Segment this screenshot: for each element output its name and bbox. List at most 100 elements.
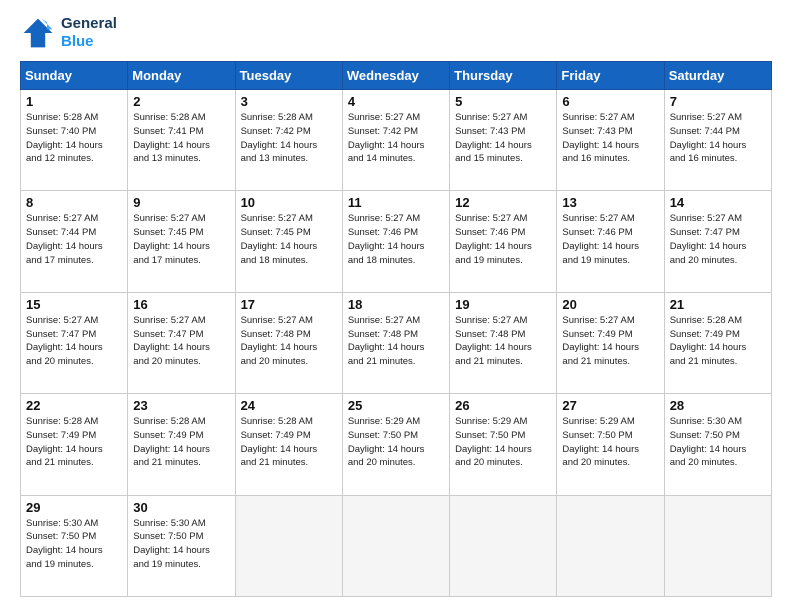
day-number: 3 [241,94,337,109]
calendar-cell: 19 Sunrise: 5:27 AM Sunset: 7:48 PM Dayli… [450,292,557,393]
calendar-cell: 21 Sunrise: 5:28 AM Sunset: 7:49 PM Dayli… [664,292,771,393]
calendar-cell [342,495,449,596]
calendar-cell: 16 Sunrise: 5:27 AM Sunset: 7:47 PM Dayli… [128,292,235,393]
day-number: 26 [455,398,551,413]
day-number: 18 [348,297,444,312]
day-info: Sunrise: 5:30 AM Sunset: 7:50 PM Dayligh… [26,517,122,572]
day-number: 16 [133,297,229,312]
day-info: Sunrise: 5:28 AM Sunset: 7:49 PM Dayligh… [670,314,766,369]
day-info: Sunrise: 5:29 AM Sunset: 7:50 PM Dayligh… [562,415,658,470]
day-info: Sunrise: 5:28 AM Sunset: 7:42 PM Dayligh… [241,111,337,166]
day-info: Sunrise: 5:27 AM Sunset: 7:42 PM Dayligh… [348,111,444,166]
day-number: 10 [241,195,337,210]
day-info: Sunrise: 5:27 AM Sunset: 7:43 PM Dayligh… [562,111,658,166]
day-info: Sunrise: 5:27 AM Sunset: 7:47 PM Dayligh… [26,314,122,369]
day-number: 14 [670,195,766,210]
calendar-cell: 18 Sunrise: 5:27 AM Sunset: 7:48 PM Dayli… [342,292,449,393]
day-info: Sunrise: 5:28 AM Sunset: 7:49 PM Dayligh… [133,415,229,470]
day-info: Sunrise: 5:27 AM Sunset: 7:46 PM Dayligh… [455,212,551,267]
day-info: Sunrise: 5:27 AM Sunset: 7:49 PM Dayligh… [562,314,658,369]
calendar-cell: 9 Sunrise: 5:27 AM Sunset: 7:45 PM Daylig… [128,191,235,292]
day-info: Sunrise: 5:27 AM Sunset: 7:48 PM Dayligh… [348,314,444,369]
calendar-cell: 11 Sunrise: 5:27 AM Sunset: 7:46 PM Dayli… [342,191,449,292]
calendar-cell: 25 Sunrise: 5:29 AM Sunset: 7:50 PM Dayli… [342,394,449,495]
day-number: 22 [26,398,122,413]
day-number: 25 [348,398,444,413]
weekday-header: Tuesday [235,62,342,90]
weekday-header: Wednesday [342,62,449,90]
calendar-cell: 23 Sunrise: 5:28 AM Sunset: 7:49 PM Dayli… [128,394,235,495]
day-info: Sunrise: 5:30 AM Sunset: 7:50 PM Dayligh… [670,415,766,470]
calendar-cell: 20 Sunrise: 5:27 AM Sunset: 7:49 PM Dayli… [557,292,664,393]
logo: General Blue [20,15,117,51]
logo-text: General Blue [61,15,117,51]
day-number: 9 [133,195,229,210]
calendar-table: SundayMondayTuesdayWednesdayThursdayFrid… [20,61,772,597]
day-info: Sunrise: 5:27 AM Sunset: 7:48 PM Dayligh… [241,314,337,369]
calendar-cell: 24 Sunrise: 5:28 AM Sunset: 7:49 PM Dayli… [235,394,342,495]
day-info: Sunrise: 5:27 AM Sunset: 7:45 PM Dayligh… [241,212,337,267]
logo-icon [20,15,56,51]
calendar-cell: 26 Sunrise: 5:29 AM Sunset: 7:50 PM Dayli… [450,394,557,495]
calendar-cell: 4 Sunrise: 5:27 AM Sunset: 7:42 PM Daylig… [342,90,449,191]
calendar-cell: 6Sunrise: 5:27 AM Sunset: 7:43 PM Daylig… [557,90,664,191]
day-info: Sunrise: 5:28 AM Sunset: 7:41 PM Dayligh… [133,111,229,166]
day-info: Sunrise: 5:27 AM Sunset: 7:46 PM Dayligh… [562,212,658,267]
day-info: Sunrise: 5:27 AM Sunset: 7:43 PM Dayligh… [455,111,551,166]
day-info: Sunrise: 5:27 AM Sunset: 7:44 PM Dayligh… [670,111,766,166]
day-number: 23 [133,398,229,413]
day-info: Sunrise: 5:29 AM Sunset: 7:50 PM Dayligh… [455,415,551,470]
weekday-header: Saturday [664,62,771,90]
calendar-cell [450,495,557,596]
day-info: Sunrise: 5:29 AM Sunset: 7:50 PM Dayligh… [348,415,444,470]
day-info: Sunrise: 5:28 AM Sunset: 7:40 PM Dayligh… [26,111,122,166]
day-info: Sunrise: 5:27 AM Sunset: 7:45 PM Dayligh… [133,212,229,267]
day-number: 12 [455,195,551,210]
day-number: 11 [348,195,444,210]
calendar-cell: 5 Sunrise: 5:27 AM Sunset: 7:43 PM Daylig… [450,90,557,191]
calendar-cell: 14Sunrise: 5:27 AM Sunset: 7:47 PM Dayli… [664,191,771,292]
calendar-cell: 28 Sunrise: 5:30 AM Sunset: 7:50 PM Dayli… [664,394,771,495]
calendar-cell: 30 Sunrise: 5:30 AM Sunset: 7:50 PM Dayli… [128,495,235,596]
day-number: 7 [670,94,766,109]
calendar-cell: 15 Sunrise: 5:27 AM Sunset: 7:47 PM Dayli… [21,292,128,393]
weekday-header: Monday [128,62,235,90]
calendar-cell: 10 Sunrise: 5:27 AM Sunset: 7:45 PM Dayli… [235,191,342,292]
day-number: 30 [133,500,229,515]
day-number: 24 [241,398,337,413]
day-number: 2 [133,94,229,109]
calendar-cell: 17 Sunrise: 5:27 AM Sunset: 7:48 PM Dayli… [235,292,342,393]
day-info: Sunrise: 5:28 AM Sunset: 7:49 PM Dayligh… [241,415,337,470]
day-number: 15 [26,297,122,312]
day-number: 19 [455,297,551,312]
weekday-header: Friday [557,62,664,90]
day-number: 20 [562,297,658,312]
day-number: 27 [562,398,658,413]
day-info: Sunrise: 5:27 AM Sunset: 7:47 PM Dayligh… [133,314,229,369]
weekday-header: Sunday [21,62,128,90]
day-info: Sunrise: 5:27 AM Sunset: 7:46 PM Dayligh… [348,212,444,267]
calendar-cell: 22Sunrise: 5:28 AM Sunset: 7:49 PM Dayli… [21,394,128,495]
weekday-header: Thursday [450,62,557,90]
calendar-cell: 3 Sunrise: 5:28 AM Sunset: 7:42 PM Daylig… [235,90,342,191]
calendar-cell [664,495,771,596]
day-number: 5 [455,94,551,109]
day-number: 17 [241,297,337,312]
day-number: 21 [670,297,766,312]
day-number: 29 [26,500,122,515]
day-info: Sunrise: 5:27 AM Sunset: 7:48 PM Dayligh… [455,314,551,369]
day-number: 4 [348,94,444,109]
calendar-cell [235,495,342,596]
calendar-cell: 2 Sunrise: 5:28 AM Sunset: 7:41 PM Daylig… [128,90,235,191]
day-info: Sunrise: 5:27 AM Sunset: 7:44 PM Dayligh… [26,212,122,267]
calendar-cell: 13 Sunrise: 5:27 AM Sunset: 7:46 PM Dayli… [557,191,664,292]
calendar-cell: 8Sunrise: 5:27 AM Sunset: 7:44 PM Daylig… [21,191,128,292]
calendar-cell: 7 Sunrise: 5:27 AM Sunset: 7:44 PM Daylig… [664,90,771,191]
day-number: 13 [562,195,658,210]
day-number: 28 [670,398,766,413]
calendar-cell [557,495,664,596]
page: General Blue SundayMondayTuesdayWednesda… [0,0,792,612]
calendar-cell: 29 Sunrise: 5:30 AM Sunset: 7:50 PM Dayli… [21,495,128,596]
day-info: Sunrise: 5:30 AM Sunset: 7:50 PM Dayligh… [133,517,229,572]
calendar-cell: 27 Sunrise: 5:29 AM Sunset: 7:50 PM Dayli… [557,394,664,495]
